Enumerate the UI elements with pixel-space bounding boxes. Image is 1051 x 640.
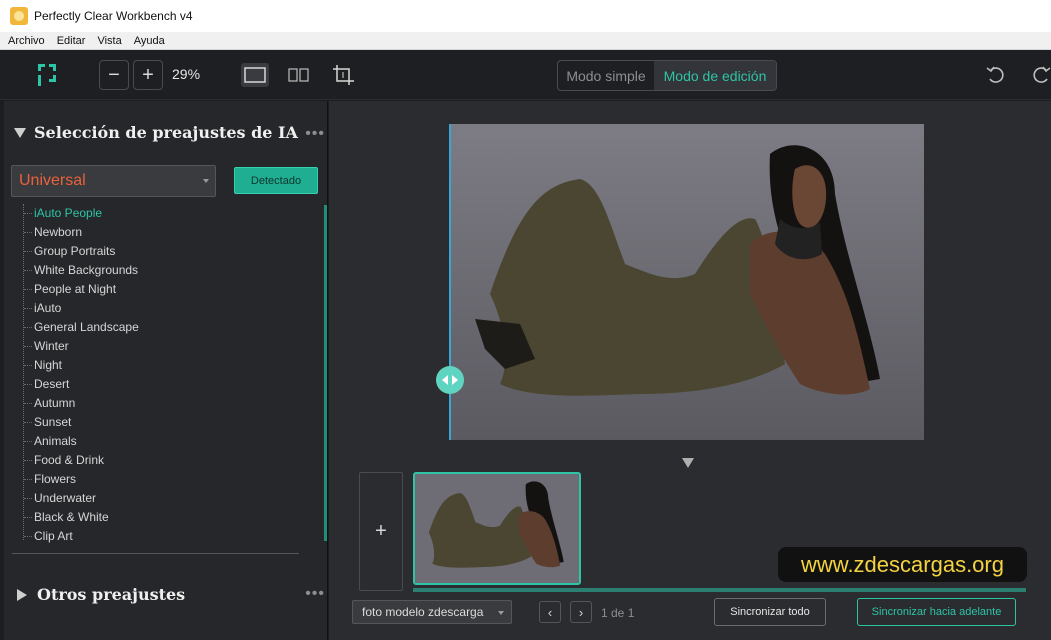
split-view-button[interactable] <box>285 63 313 87</box>
sync-all-button[interactable]: Sincronizar todo <box>714 598 826 626</box>
zoom-out-button[interactable]: − <box>99 60 129 90</box>
preset-item[interactable]: Newborn <box>18 223 318 242</box>
filmstrip-toggle-icon[interactable] <box>682 458 694 468</box>
mode-edit-button[interactable]: Modo de edición <box>654 61 776 90</box>
next-image-button[interactable]: › <box>570 601 592 623</box>
other-presets-menu-icon[interactable]: ••• <box>305 585 325 603</box>
preset-item[interactable]: Animals <box>18 432 318 451</box>
ai-presets-menu-icon[interactable]: ••• <box>305 125 325 143</box>
crop-icon <box>333 65 354 85</box>
preset-item[interactable]: Night <box>18 356 318 375</box>
preset-item[interactable]: Sunset <box>18 413 318 432</box>
menu-bar: Archivo Editar Vista Ayuda <box>0 32 1051 50</box>
preset-item[interactable]: Flowers <box>18 470 318 489</box>
mode-switch: Modo simple Modo de edición <box>557 60 777 91</box>
file-select-value: foto modelo zdescarga <box>362 605 484 619</box>
section-divider <box>12 553 299 554</box>
preset-group-value: Universal <box>19 172 86 189</box>
add-image-button[interactable]: + <box>359 472 403 591</box>
redo-icon[interactable] <box>1030 64 1051 86</box>
bottom-bar: foto modelo zdescarga ‹ › 1 de 1 Sincron… <box>329 595 1051 640</box>
window-title: Perfectly Clear Workbench v4 <box>34 9 193 23</box>
sync-forward-button[interactable]: Sincronizar hacia adelante <box>857 598 1016 626</box>
main-area: + www.zdescargas.org foto modelo zdescar… <box>329 101 1051 640</box>
detected-button[interactable]: Detectado <box>234 167 318 194</box>
filmstrip-thumbnail[interactable] <box>413 472 581 585</box>
split-handle-arrows-icon <box>442 375 458 385</box>
preset-item[interactable]: General Landscape <box>18 318 318 337</box>
page-indicator: 1 de 1 <box>601 606 635 620</box>
prev-image-button[interactable]: ‹ <box>539 601 561 623</box>
preset-item[interactable]: Winter <box>18 337 318 356</box>
crop-view-button[interactable] <box>330 63 358 87</box>
preset-group-select[interactable]: Universal <box>11 165 216 197</box>
ai-presets-title: Selección de preajustes de IA <box>34 123 298 142</box>
zoom-in-button[interactable]: + <box>133 60 163 90</box>
preset-item[interactable]: Group Portraits <box>18 242 318 261</box>
preset-item[interactable]: Food & Drink <box>18 451 318 470</box>
zoom-level: 29% <box>172 66 201 82</box>
preset-item[interactable]: iAuto <box>18 299 318 318</box>
single-view-icon <box>244 67 266 83</box>
collapse-triangle-icon <box>14 127 26 138</box>
menu-archivo[interactable]: Archivo <box>8 35 45 47</box>
left-panel: Selección de preajustes de IA ••• Univer… <box>4 101 328 640</box>
preset-item[interactable]: People at Night <box>18 280 318 299</box>
preset-item[interactable]: Desert <box>18 375 318 394</box>
other-presets-title: Otros preajustes <box>37 585 186 604</box>
expand-triangle-icon <box>17 588 27 601</box>
app-icon <box>10 7 28 25</box>
toolbar: − + 29% Modo simple Modo de edición <box>0 50 1051 100</box>
ai-presets-header[interactable]: Selección de preajustes de IA <box>14 123 298 142</box>
split-view-icon <box>288 68 309 82</box>
filmstrip-scrollbar[interactable] <box>413 588 1026 592</box>
preset-item[interactable]: Underwater <box>18 489 318 508</box>
title-bar: Perfectly Clear Workbench v4 <box>0 0 1051 32</box>
other-presets-header[interactable]: Otros preajustes <box>17 585 185 604</box>
preset-item[interactable]: Clip Art <box>18 527 318 546</box>
split-handle[interactable] <box>436 366 464 394</box>
menu-ayuda[interactable]: Ayuda <box>134 35 165 47</box>
preset-item[interactable]: iAuto People <box>18 204 318 223</box>
file-select[interactable]: foto modelo zdescarga <box>352 600 512 624</box>
preview-photo <box>450 124 924 440</box>
chevron-down-icon <box>203 179 209 183</box>
preset-item[interactable]: Autumn <box>18 394 318 413</box>
chevron-down-icon <box>498 611 504 615</box>
preset-list-scrollbar[interactable] <box>324 205 327 541</box>
undo-icon[interactable] <box>985 64 1007 86</box>
preset-item[interactable]: Black & White <box>18 508 318 527</box>
thumbnail-photo <box>415 474 579 583</box>
app-logo-icon <box>38 64 56 86</box>
preset-item[interactable]: White Backgrounds <box>18 261 318 280</box>
watermark: www.zdescargas.org <box>778 547 1027 582</box>
preset-list: iAuto People Newborn Group Portraits Whi… <box>18 204 318 546</box>
single-view-button[interactable] <box>241 63 269 87</box>
menu-vista[interactable]: Vista <box>97 35 121 47</box>
menu-editar[interactable]: Editar <box>57 35 86 47</box>
mode-simple-button[interactable]: Modo simple <box>558 61 654 90</box>
